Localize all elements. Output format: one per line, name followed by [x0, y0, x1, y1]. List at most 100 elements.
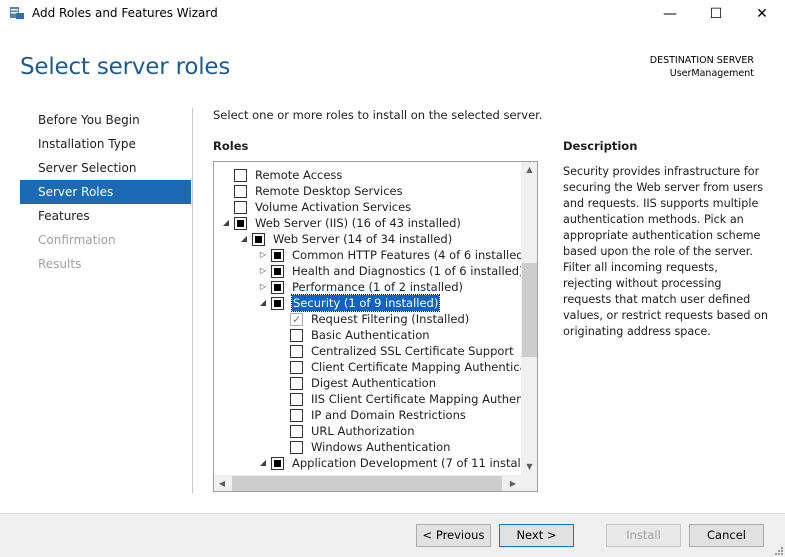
role-tree-item[interactable]: Remote Access — [214, 167, 521, 183]
horizontal-scroll-thumb[interactable] — [232, 476, 502, 491]
expand-arrow-icon[interactable]: ▷ — [258, 279, 268, 295]
scroll-up-icon[interactable]: ▲ — [521, 162, 537, 178]
role-checkbox[interactable] — [234, 169, 247, 182]
maximize-button[interactable]: ☐ — [693, 0, 739, 28]
role-label[interactable]: Basic Authentication — [311, 327, 430, 343]
nav-item-server-selection[interactable]: Server Selection — [20, 156, 191, 180]
vertical-scrollbar[interactable]: ▲ ▼ — [521, 162, 537, 475]
role-tree-item[interactable]: Request Filtering (Installed) — [214, 311, 521, 328]
role-checkbox[interactable] — [290, 409, 303, 422]
role-tree-item[interactable]: Remote Desktop Services — [214, 183, 521, 199]
role-checkbox[interactable] — [290, 329, 303, 342]
role-tree-item[interactable]: IP and Domain Restrictions — [214, 407, 521, 423]
install-button[interactable]: Install — [606, 524, 681, 547]
scroll-left-icon[interactable]: ◀ — [214, 475, 230, 491]
vertical-scroll-thumb[interactable] — [522, 263, 537, 357]
role-checkbox[interactable] — [271, 281, 284, 294]
role-label[interactable]: Centralized SSL Certificate Support — [311, 343, 514, 359]
role-tree-item[interactable]: ▷ Performance (1 of 2 installed) — [214, 279, 521, 295]
roles-heading: Roles — [213, 139, 249, 153]
role-tree-item[interactable]: Centralized SSL Certificate Support — [214, 343, 521, 359]
wizard-navigation: Before You Begin Installation Type Server … — [20, 108, 191, 276]
role-checkbox[interactable] — [271, 297, 284, 310]
role-checkbox[interactable] — [271, 265, 284, 278]
destination-label: DESTINATION SERVER — [649, 55, 754, 66]
role-checkbox[interactable] — [234, 201, 247, 214]
cancel-button[interactable]: Cancel — [689, 524, 764, 547]
role-label[interactable]: Remote Desktop Services — [255, 183, 403, 199]
role-tree-item[interactable]: Basic Authentication — [214, 327, 521, 343]
scroll-down-icon[interactable]: ▼ — [521, 459, 537, 475]
expand-arrow-icon[interactable]: ▷ — [258, 247, 268, 263]
role-checkbox[interactable] — [290, 361, 303, 374]
roles-tree[interactable]: ◢ Application Development (7 of 11 instal… — [213, 161, 538, 492]
nav-item-before-you-begin[interactable]: Before You Begin — [20, 108, 191, 132]
role-label[interactable]: Request Filtering (Installed) — [311, 311, 469, 327]
role-checkbox[interactable] — [290, 441, 303, 454]
minimize-button[interactable]: — — [647, 0, 693, 28]
role-tree-item[interactable]: ◢ Web Server (14 of 34 installed) — [214, 231, 521, 247]
role-checkbox[interactable] — [234, 185, 247, 198]
role-label[interactable]: IIS Client Certificate Mapping Authentic… — [311, 391, 537, 407]
role-tree-item[interactable]: Digest Authentication — [214, 375, 521, 391]
role-label[interactable]: Performance (1 of 2 installed) — [292, 279, 463, 295]
role-label[interactable]: Common HTTP Features (4 of 6 installed) — [292, 247, 528, 263]
expand-arrow-icon[interactable]: ▷ — [258, 263, 268, 279]
role-checkbox[interactable] — [290, 345, 303, 358]
role-label[interactable]: Digest Authentication — [311, 375, 436, 391]
destination-server-info: DESTINATION SERVER UserManagement — [650, 54, 754, 80]
role-label[interactable]: Application Development (7 of 11 install… — [292, 455, 537, 471]
role-tree-item[interactable]: ▷ Health and Diagnostics (1 of 6 installe… — [214, 263, 524, 279]
destination-server-name: UserManagement — [669, 68, 754, 79]
role-label[interactable]: Web Server (IIS) (16 of 43 installed) — [255, 215, 461, 231]
role-tree-item[interactable]: Windows Authentication — [214, 439, 521, 455]
role-tree-item[interactable]: ◢ Security (1 of 9 installed) — [214, 294, 521, 312]
nav-item-results: Results — [38, 257, 82, 271]
role-label[interactable]: IP and Domain Restrictions — [311, 407, 466, 423]
description-text: Security provides infrastructure for sec… — [563, 165, 768, 338]
role-label[interactable]: Web Server (14 of 34 installed) — [273, 231, 452, 247]
collapse-arrow-icon[interactable]: ◢ — [258, 295, 268, 311]
role-label[interactable]: Health and Diagnostics (1 of 6 installed… — [292, 263, 524, 279]
nav-item-features[interactable]: Features — [20, 204, 191, 228]
role-tree-item[interactable]: Volume Activation Services — [214, 199, 521, 215]
close-icon: ✕ — [756, 6, 768, 22]
role-tree-item[interactable]: ◢ Application Development (7 of 11 instal… — [214, 455, 537, 471]
role-checkbox[interactable] — [234, 217, 247, 230]
role-label[interactable]: Security (1 of 9 installed) — [290, 294, 441, 312]
maximize-icon: ☐ — [709, 6, 723, 22]
role-checkbox[interactable] — [252, 233, 265, 246]
role-checkbox[interactable] — [271, 457, 284, 470]
role-tree-item[interactable]: ▷ Common HTTP Features (4 of 6 installed) — [214, 247, 528, 263]
role-label[interactable]: URL Authorization — [311, 423, 415, 439]
role-label[interactable]: Remote Access — [255, 167, 342, 183]
role-checkbox[interactable] — [290, 377, 303, 390]
collapse-arrow-icon[interactable]: ◢ — [239, 231, 249, 247]
role-label[interactable]: Volume Activation Services — [255, 199, 411, 215]
instructions-text: Select one or more roles to install on t… — [213, 108, 543, 122]
next-button[interactable]: Next > — [499, 524, 574, 547]
page-title: Select server roles — [20, 54, 231, 80]
role-tree-item[interactable]: ◢ Web Server (IIS) (16 of 43 installed) — [214, 215, 521, 231]
minimize-icon: — — [663, 6, 677, 22]
nav-item-server-roles[interactable]: Server Roles — [20, 180, 191, 204]
resize-grip-icon[interactable] — [773, 545, 783, 555]
collapse-arrow-icon[interactable]: ◢ — [221, 215, 231, 231]
role-tree-item[interactable]: IIS Client Certificate Mapping Authentic… — [214, 391, 537, 407]
nav-divider — [192, 108, 193, 493]
role-tree-item[interactable]: URL Authorization — [214, 423, 521, 439]
role-label[interactable]: Client Certificate Mapping Authenticatio — [311, 359, 537, 375]
horizontal-scrollbar[interactable]: ◀ ▶ — [214, 475, 521, 491]
role-checkbox[interactable] — [271, 249, 284, 262]
nav-item-confirmation: Confirmation — [38, 233, 116, 247]
nav-item-installation-type[interactable]: Installation Type — [20, 132, 191, 156]
role-tree-item[interactable]: Client Certificate Mapping Authenticatio — [214, 359, 537, 375]
role-label[interactable]: Windows Authentication — [311, 439, 450, 455]
previous-button[interactable]: < Previous — [416, 524, 491, 547]
collapse-arrow-icon[interactable]: ◢ — [258, 455, 268, 471]
role-checkbox[interactable] — [290, 393, 303, 406]
scroll-right-icon[interactable]: ▶ — [505, 475, 521, 491]
server-manager-icon — [10, 7, 24, 19]
role-checkbox[interactable] — [290, 425, 303, 438]
close-button[interactable]: ✕ — [739, 0, 785, 28]
